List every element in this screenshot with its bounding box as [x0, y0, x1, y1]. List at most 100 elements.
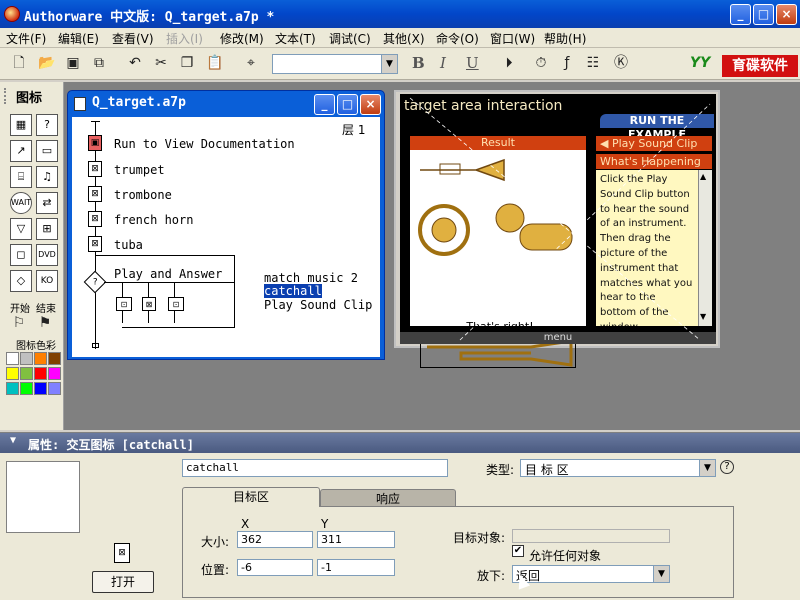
color-swatch[interactable]: [20, 352, 33, 365]
flowline-close-button[interactable]: ×: [360, 94, 381, 115]
calculation-icon[interactable]: ⌸: [10, 166, 32, 188]
restart-icon[interactable]: ⏵: [500, 54, 518, 72]
tuba-icon[interactable]: [494, 202, 580, 262]
menu-help[interactable]: 帮助(H): [544, 30, 586, 47]
menu-other[interactable]: 其他(X): [383, 30, 425, 47]
drop-select[interactable]: 返回 ▼: [512, 565, 670, 583]
color-swatch[interactable]: [6, 352, 19, 365]
stop-wait-icon[interactable]: WAIT: [10, 192, 32, 214]
bold-button[interactable]: B: [412, 54, 425, 72]
import-icon[interactable]: ⧉: [90, 54, 108, 72]
french-horn-icon[interactable]: [416, 200, 476, 260]
size-x-field[interactable]: 362: [237, 531, 313, 548]
undo-icon[interactable]: ↶: [126, 54, 144, 72]
flow-item-trombone[interactable]: trombone: [114, 188, 172, 202]
color-swatch[interactable]: [20, 382, 33, 395]
sound-icon[interactable]: ♫: [36, 166, 58, 188]
map-group-icon[interactable]: ⊠: [88, 161, 102, 177]
response-map-icon[interactable]: ⊠: [142, 297, 156, 311]
wait-icon[interactable]: ?: [36, 114, 58, 136]
flowline-canvas[interactable]: 层 1 ▣ Run to View Documentation ⊠ trumpe…: [72, 117, 380, 357]
motion-icon[interactable]: ↗: [10, 140, 32, 162]
menu-debug[interactable]: 调试(C): [329, 30, 371, 47]
help-icon[interactable]: ?: [720, 460, 734, 474]
italic-button[interactable]: I: [440, 54, 446, 72]
color-swatch[interactable]: [34, 382, 47, 395]
underline-button[interactable]: U: [466, 54, 479, 72]
menu-window[interactable]: 窗口(W): [490, 30, 535, 47]
tab-response[interactable]: 响应: [320, 489, 456, 507]
menu-command[interactable]: 命令(O): [436, 30, 479, 47]
menu-insert[interactable]: 插入(I): [166, 30, 203, 47]
menu-edit[interactable]: 编辑(E): [58, 30, 99, 47]
find-icon[interactable]: ⌖: [242, 54, 260, 72]
allow-any-checkbox[interactable]: ✔: [512, 545, 524, 557]
new-file-icon[interactable]: 🗋: [10, 54, 28, 72]
scroll-up-icon[interactable]: ▲: [700, 172, 706, 181]
font-style-select[interactable]: ▼: [272, 54, 398, 74]
functions-icon[interactable]: ƒ: [558, 54, 576, 72]
position-y-field[interactable]: -1: [317, 559, 395, 576]
description-scrollbar[interactable]: ▲ ▼: [698, 170, 712, 326]
cut-icon[interactable]: ✂: [152, 54, 170, 72]
flow-item-run-doc[interactable]: Run to View Documentation: [114, 137, 295, 151]
chevron-down-icon[interactable]: ▼: [653, 566, 669, 582]
presentation-menu-button[interactable]: menu: [400, 332, 716, 344]
icon-name-field[interactable]: catchall: [182, 459, 448, 477]
color-swatch[interactable]: [34, 352, 47, 365]
menu-file[interactable]: 文件(F): [6, 30, 46, 47]
calculation-icon[interactable]: ▣: [88, 135, 102, 151]
maximize-button[interactable]: □: [753, 4, 774, 25]
open-button[interactable]: 打开: [92, 571, 154, 593]
color-swatch[interactable]: [6, 382, 19, 395]
response-map-icon[interactable]: ⊡: [168, 297, 184, 311]
collapse-caret-icon[interactable]: ▼: [10, 435, 16, 446]
paste-icon[interactable]: 📋: [206, 54, 224, 72]
flowline-maximize-button[interactable]: □: [337, 94, 358, 115]
erase-icon[interactable]: ▭: [36, 140, 58, 162]
color-swatch[interactable]: [6, 367, 19, 380]
grip-handle-icon[interactable]: [4, 88, 10, 104]
flowline-minimize-button[interactable]: _: [314, 94, 335, 115]
map-icon[interactable]: ◻: [10, 244, 32, 266]
open-folder-icon[interactable]: 📂: [38, 54, 56, 72]
save-all-icon[interactable]: ▣: [64, 54, 82, 72]
chevron-down-icon[interactable]: ▼: [381, 55, 397, 73]
position-x-field[interactable]: -6: [237, 559, 313, 576]
menu-modify[interactable]: 修改(M): [220, 30, 264, 47]
framework-icon[interactable]: ⊞: [36, 218, 58, 240]
presentation-screen[interactable]: target area interaction RUN THE EXAMPLE …: [400, 94, 716, 368]
type-select[interactable]: 目 标 区 ▼: [520, 459, 716, 477]
minimize-button[interactable]: _: [730, 4, 751, 25]
close-button[interactable]: ×: [776, 4, 797, 25]
display-icon[interactable]: ▦: [10, 114, 32, 136]
control-panel-icon[interactable]: ⏱: [532, 54, 550, 72]
knowledge-objects-icon[interactable]: Ⓚ: [612, 54, 630, 72]
flow-item-tuba[interactable]: tuba: [114, 238, 143, 252]
play-sound-clip-button[interactable]: ◀ Play Sound Clip: [596, 136, 712, 151]
decision-icon[interactable]: ▽: [10, 218, 32, 240]
branch-match-music-2[interactable]: match music 2: [264, 271, 358, 285]
interaction-icon[interactable]: ?: [83, 270, 107, 294]
end-flag-icon[interactable]: ⚑: [36, 314, 54, 332]
map-group-icon[interactable]: ⊠: [88, 236, 102, 252]
flow-item-french-horn[interactable]: french horn: [114, 213, 193, 227]
interaction-icon[interactable]: ◇: [10, 270, 32, 292]
interaction-title[interactable]: Play and Answer: [114, 267, 222, 281]
scroll-down-icon[interactable]: ▼: [700, 312, 706, 321]
knowledge-object-icon[interactable]: KO: [36, 270, 58, 292]
size-y-field[interactable]: 311: [317, 531, 395, 548]
copy-icon[interactable]: ❐: [178, 54, 196, 72]
dvd-icon[interactable]: DVD: [36, 244, 58, 266]
branch-catchall[interactable]: catchall: [264, 284, 322, 298]
color-swatch[interactable]: [34, 367, 47, 380]
chevron-down-icon[interactable]: ▼: [699, 460, 715, 476]
menu-view[interactable]: 查看(V): [112, 30, 154, 47]
map-group-icon[interactable]: ⊠: [88, 211, 102, 227]
color-swatch[interactable]: [20, 367, 33, 380]
start-flag-icon[interactable]: ⚐: [10, 314, 28, 332]
color-swatch[interactable]: [48, 352, 61, 365]
variables-icon[interactable]: ☷: [584, 54, 602, 72]
map-group-icon[interactable]: ⊠: [88, 186, 102, 202]
trumpet-icon[interactable]: [416, 156, 508, 184]
